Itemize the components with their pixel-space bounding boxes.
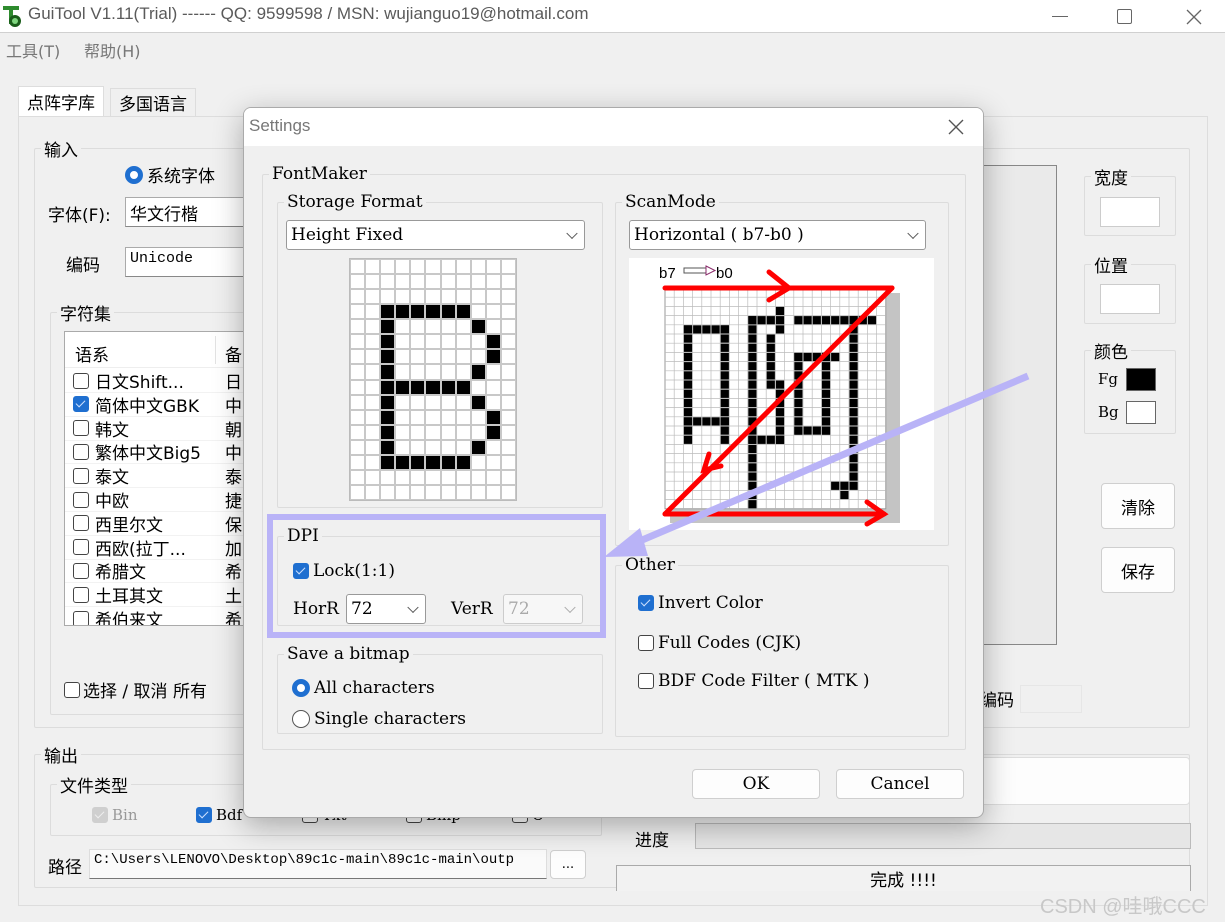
annotation-highlight-box: [267, 514, 606, 638]
watermark: CSDN @哇哦CCC: [1040, 896, 1206, 918]
annotation-overlay: [267, 372, 1030, 638]
annotation-arrow-shaft: [626, 372, 1030, 550]
annotation-arrowhead-icon: [604, 528, 648, 557]
